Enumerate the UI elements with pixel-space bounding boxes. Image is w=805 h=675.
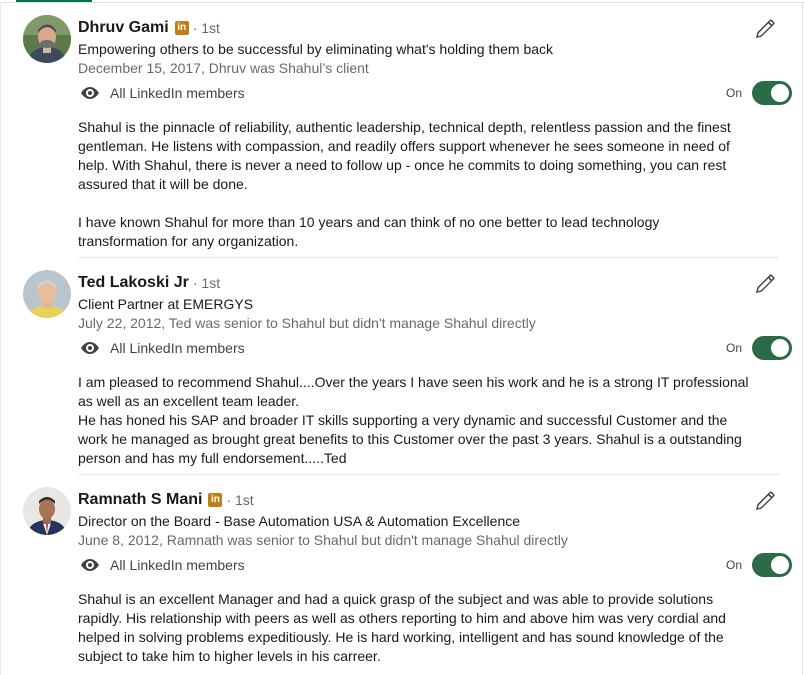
toggle-label: On [725,558,742,572]
visibility-row: All LinkedIn members On [78,335,792,361]
edit-pencil-icon[interactable] [753,489,777,513]
linkedin-premium-icon: in [208,493,223,507]
toggle-knob [771,84,789,102]
recommendation-text: Shahul is an excellent Manager and had a… [78,591,726,664]
toggle-knob [771,556,789,574]
recommendation-content: Dhruv Gami in · 1st Empowering others to… [78,17,792,251]
toggle-label: On [725,341,742,355]
recommender-name[interactable]: Dhruv Gami [78,19,169,37]
visibility-label: All LinkedIn members [110,340,245,356]
visibility-toggle-group: On [726,81,792,105]
avatar-photo [23,487,71,535]
recommendation-text: Shahul is the pinnacle of reliability, a… [78,119,731,249]
connection-degree: · 1st [192,20,220,36]
linkedin-premium-icon: in [174,21,189,35]
recommender-headline: Client Partner at EMERGYS [78,296,254,312]
recommender-name[interactable]: Ramnath S Mani [78,491,202,509]
recommendation-meta: December 15, 2017, Dhruv was Shahul’s cl… [78,60,369,76]
connection-degree: · 1st [226,492,254,508]
avatar-photo [23,15,71,63]
recommendation-text: I am pleased to recommend Shahul....Over… [78,374,749,466]
visibility-toggle[interactable] [752,553,792,577]
avatar[interactable] [23,15,71,63]
visibility-toggle-group: On [726,336,792,360]
edit-pencil-icon[interactable] [753,272,777,296]
eye-icon [78,553,102,577]
eye-icon [78,336,102,360]
visibility-label: All LinkedIn members [110,557,245,573]
visibility-row: All LinkedIn members On [78,80,792,106]
recommendation-content: Ramnath S Mani in · 1st Director on the … [78,489,792,666]
recommendation-meta: June 8, 2012, Ramnath was senior to Shah… [78,532,568,548]
visibility-row: All LinkedIn members On [78,552,792,578]
recommendation-meta: July 22, 2012, Ted was senior to Shahul … [78,315,536,331]
recommendation-item: Dhruv Gami in · 1st Empowering others to… [0,3,803,258]
visibility-toggle-group: On [726,553,792,577]
recommendation-item: Ted Lakoski Jr · 1st Client Partner at E… [0,258,803,475]
avatar[interactable] [23,487,71,535]
avatar[interactable] [23,270,71,318]
recommendation-item: Ramnath S Mani in · 1st Director on the … [0,475,803,675]
visibility-toggle[interactable] [752,81,792,105]
edit-pencil-icon[interactable] [753,17,777,41]
recommendation-content: Ted Lakoski Jr · 1st Client Partner at E… [78,272,792,468]
recommender-headline: Empowering others to be successful by el… [78,41,554,57]
recommendations-list: Dhruv Gami in · 1st Empowering others to… [0,3,803,675]
recommender-headline: Director on the Board - Base Automation … [78,513,521,529]
toggle-label: On [725,86,742,100]
connection-degree: · 1st [192,275,221,291]
recommender-name[interactable]: Ted Lakoski Jr [78,274,189,292]
eye-icon [78,81,102,105]
toggle-knob [771,339,789,357]
avatar-photo [23,270,71,318]
visibility-toggle[interactable] [752,336,792,360]
visibility-label: All LinkedIn members [110,85,245,101]
